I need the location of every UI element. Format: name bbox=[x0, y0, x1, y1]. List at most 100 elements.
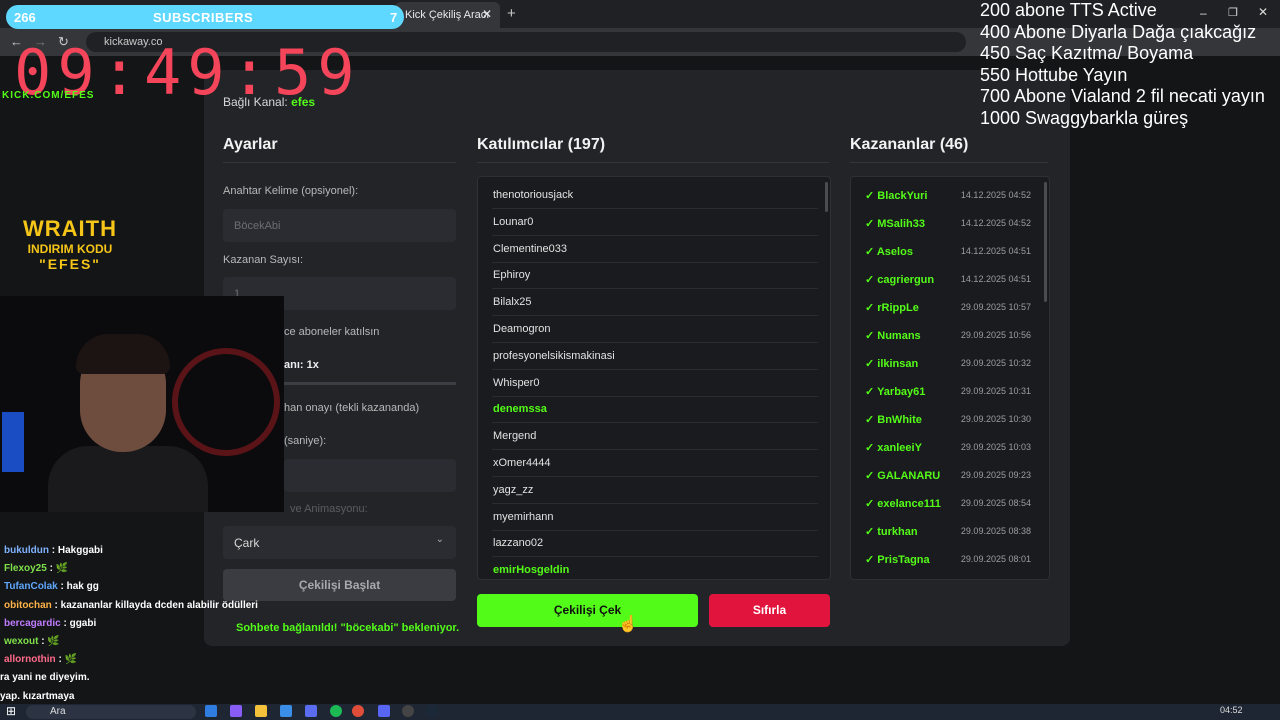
participant-name: Whisper0 bbox=[493, 376, 540, 389]
spotify-icon[interactable] bbox=[330, 705, 342, 717]
app-icon[interactable] bbox=[280, 705, 292, 717]
keyword-label: Anahtar Kelime (opsiyonel): bbox=[223, 185, 359, 197]
settings-title: Ayarlar bbox=[223, 136, 278, 153]
winner-row: ✓ rRippLe 29.09.2025 10:57 bbox=[865, 294, 1031, 322]
hand-cursor-icon: ☝ bbox=[618, 616, 638, 633]
close-tab-icon[interactable]: ✕ bbox=[482, 7, 492, 21]
participants-title: Katılımcılar (197) bbox=[477, 136, 606, 153]
app-icon[interactable] bbox=[230, 705, 242, 717]
new-tab-icon[interactable]: + bbox=[507, 5, 516, 22]
sub-goals-list: 200 abone TTS Active 400 Abone Diyarla Da… bbox=[980, 0, 1280, 129]
chat-message: ra yani ne diyeyim. bbox=[0, 672, 90, 684]
sub-goal-item: 1000 Swaggybarkla güreş bbox=[980, 107, 1189, 128]
participant-name: Lounar0 bbox=[493, 215, 534, 228]
winner-name: ✓ ilkinsan bbox=[865, 358, 919, 370]
divider bbox=[223, 162, 456, 163]
obs-icon[interactable] bbox=[402, 705, 414, 717]
edge-icon[interactable] bbox=[205, 705, 217, 717]
wall-decoration bbox=[172, 348, 280, 456]
chat-line: Flexoy25 : 🌿 bbox=[4, 563, 68, 574]
winner-name: ✓ cagriergun bbox=[865, 274, 935, 286]
sub-goal-item: 550 Hottube Yayın bbox=[980, 64, 1128, 85]
participant-row: thenotoriousjack bbox=[492, 182, 818, 209]
discord-icon[interactable] bbox=[378, 705, 390, 717]
winner-name: ✓ exelance111 bbox=[865, 498, 941, 510]
winner-row: ✓ Yarbay61 29.09.2025 10:31 bbox=[865, 378, 1031, 406]
chat-message: yap. kızartmaya bbox=[0, 690, 75, 702]
sponsor-line1: INDIRIM KODU bbox=[27, 242, 113, 256]
winner-row: ✓ MSalih33 14.12.2025 04:52 bbox=[865, 210, 1031, 238]
participant-row: denemssa bbox=[492, 396, 818, 424]
time-label: (saniye): bbox=[284, 435, 327, 447]
winner-date: 29.09.2025 10:03 bbox=[960, 442, 1031, 452]
bonus-label: anı: 1x bbox=[284, 359, 319, 371]
chat-line: TufanColak : hak gg bbox=[4, 581, 99, 592]
subs-only-label: ce aboneler katılsın bbox=[284, 326, 380, 338]
winner-date: 29.09.2025 08:01 bbox=[960, 554, 1031, 564]
keyword-input[interactable]: BöcekAbi bbox=[223, 209, 456, 242]
participants-scrollbar[interactable] bbox=[825, 182, 828, 212]
streamer-hair bbox=[76, 334, 170, 374]
time-input[interactable] bbox=[284, 459, 456, 492]
winner-date: 29.09.2025 10:30 bbox=[960, 414, 1031, 424]
windows-start-icon[interactable]: ⊞ bbox=[6, 704, 16, 718]
explorer-icon[interactable] bbox=[255, 705, 267, 717]
steam-icon[interactable] bbox=[426, 705, 438, 717]
animation-label: ve Animasyonu: bbox=[290, 503, 368, 515]
streamer-body bbox=[48, 446, 208, 512]
sponsor-line2: "EFES" bbox=[39, 256, 101, 272]
winners-title: Kazananlar (46) bbox=[850, 136, 969, 153]
winner-row: ✓ BlackYuri 14.12.2025 04:52 bbox=[865, 182, 1031, 210]
winner-date: 29.09.2025 09:23 bbox=[960, 470, 1031, 480]
winner-name: ✓ PrisTagna bbox=[865, 554, 930, 566]
chrome-icon[interactable] bbox=[352, 705, 364, 717]
winner-row: ✓ exelance111 29.09.2025 08:54 bbox=[865, 490, 1031, 518]
chat-username: bercagardic bbox=[4, 617, 61, 629]
winner-count-label: Kazanan Sayısı: bbox=[223, 254, 304, 266]
draw-button[interactable]: Çekilişi Çek bbox=[477, 594, 698, 627]
taskbar-search-placeholder: Ara bbox=[50, 706, 66, 717]
chat-line: yap. kızartmaya bbox=[0, 691, 75, 702]
participant-row: myemirhann bbox=[492, 504, 818, 531]
participant-row: emirHosgeldin bbox=[492, 557, 818, 579]
reset-button[interactable]: Sıfırla bbox=[709, 594, 830, 627]
participant-row: Deamogron bbox=[492, 316, 818, 343]
start-giveaway-button[interactable]: Çekilişi Başlat bbox=[223, 569, 456, 601]
led-light bbox=[2, 412, 24, 472]
chat-line: bukuldun : Hakggabi bbox=[4, 545, 103, 556]
chat-username: bukuldun bbox=[4, 545, 49, 556]
winner-name: ✓ BlackYuri bbox=[865, 190, 928, 202]
winner-date: 29.09.2025 08:54 bbox=[960, 498, 1031, 508]
taskbar-search[interactable]: Ara bbox=[26, 705, 196, 719]
participants-list[interactable]: thenotoriousjack Lounar0 Clementine033 Ephi… bbox=[477, 176, 831, 580]
winner-row: ✓ Numans 29.09.2025 10:56 bbox=[865, 322, 1031, 350]
sub-goal-item: 700 Abone Vialand 2 fil necati yayın bbox=[980, 86, 1265, 106]
winners-list[interactable]: ✓ BlackYuri 14.12.2025 04:52 ✓ MSalih33 14.… bbox=[850, 176, 1050, 580]
app-icon[interactable] bbox=[305, 705, 317, 717]
chat-line: wexout : 🌿 bbox=[4, 636, 60, 647]
keyword-placeholder: BöcekAbi bbox=[234, 220, 281, 232]
winners-scrollbar[interactable] bbox=[1044, 182, 1047, 302]
chat-username: allornothin bbox=[4, 654, 56, 666]
browser-tab[interactable]: Kick Çekiliş Aracı ✕ bbox=[395, 2, 500, 28]
bonus-slider[interactable] bbox=[284, 382, 456, 385]
winner-date: 29.09.2025 10:56 bbox=[960, 330, 1031, 340]
animation-select[interactable]: Çark ⌄ bbox=[223, 526, 456, 559]
winner-name: ✓ MSalih33 bbox=[865, 218, 925, 230]
participant-row: Bilalx25 bbox=[492, 289, 818, 317]
participant-name: Mergend bbox=[493, 430, 537, 443]
winner-date: 29.09.2025 10:31 bbox=[960, 386, 1031, 396]
participant-name: Clementine033 bbox=[493, 242, 567, 255]
participant-name: lazzano02 bbox=[493, 537, 544, 550]
sub-goal-item: 200 abone TTS Active bbox=[980, 0, 1157, 20]
winner-date: 14.12.2025 04:51 bbox=[960, 274, 1031, 284]
winner-name: ✓ turkhan bbox=[865, 526, 918, 538]
participant-name: yagz_zz bbox=[493, 483, 534, 496]
sub-goal-item: 400 Abone Diyarla Dağa çıakcağız bbox=[980, 21, 1257, 42]
subscriber-counter: 266 SUBSCRIBERS 7 bbox=[6, 5, 404, 29]
chat-message: : 🌿 bbox=[38, 636, 60, 647]
webcam-overlay bbox=[0, 296, 284, 512]
chat-message: : kazananlar killayda dcden alabilir ödü… bbox=[51, 599, 258, 611]
participant-name: emirHosgeldin bbox=[493, 564, 570, 577]
participant-row: xOmer4444 bbox=[492, 450, 818, 477]
